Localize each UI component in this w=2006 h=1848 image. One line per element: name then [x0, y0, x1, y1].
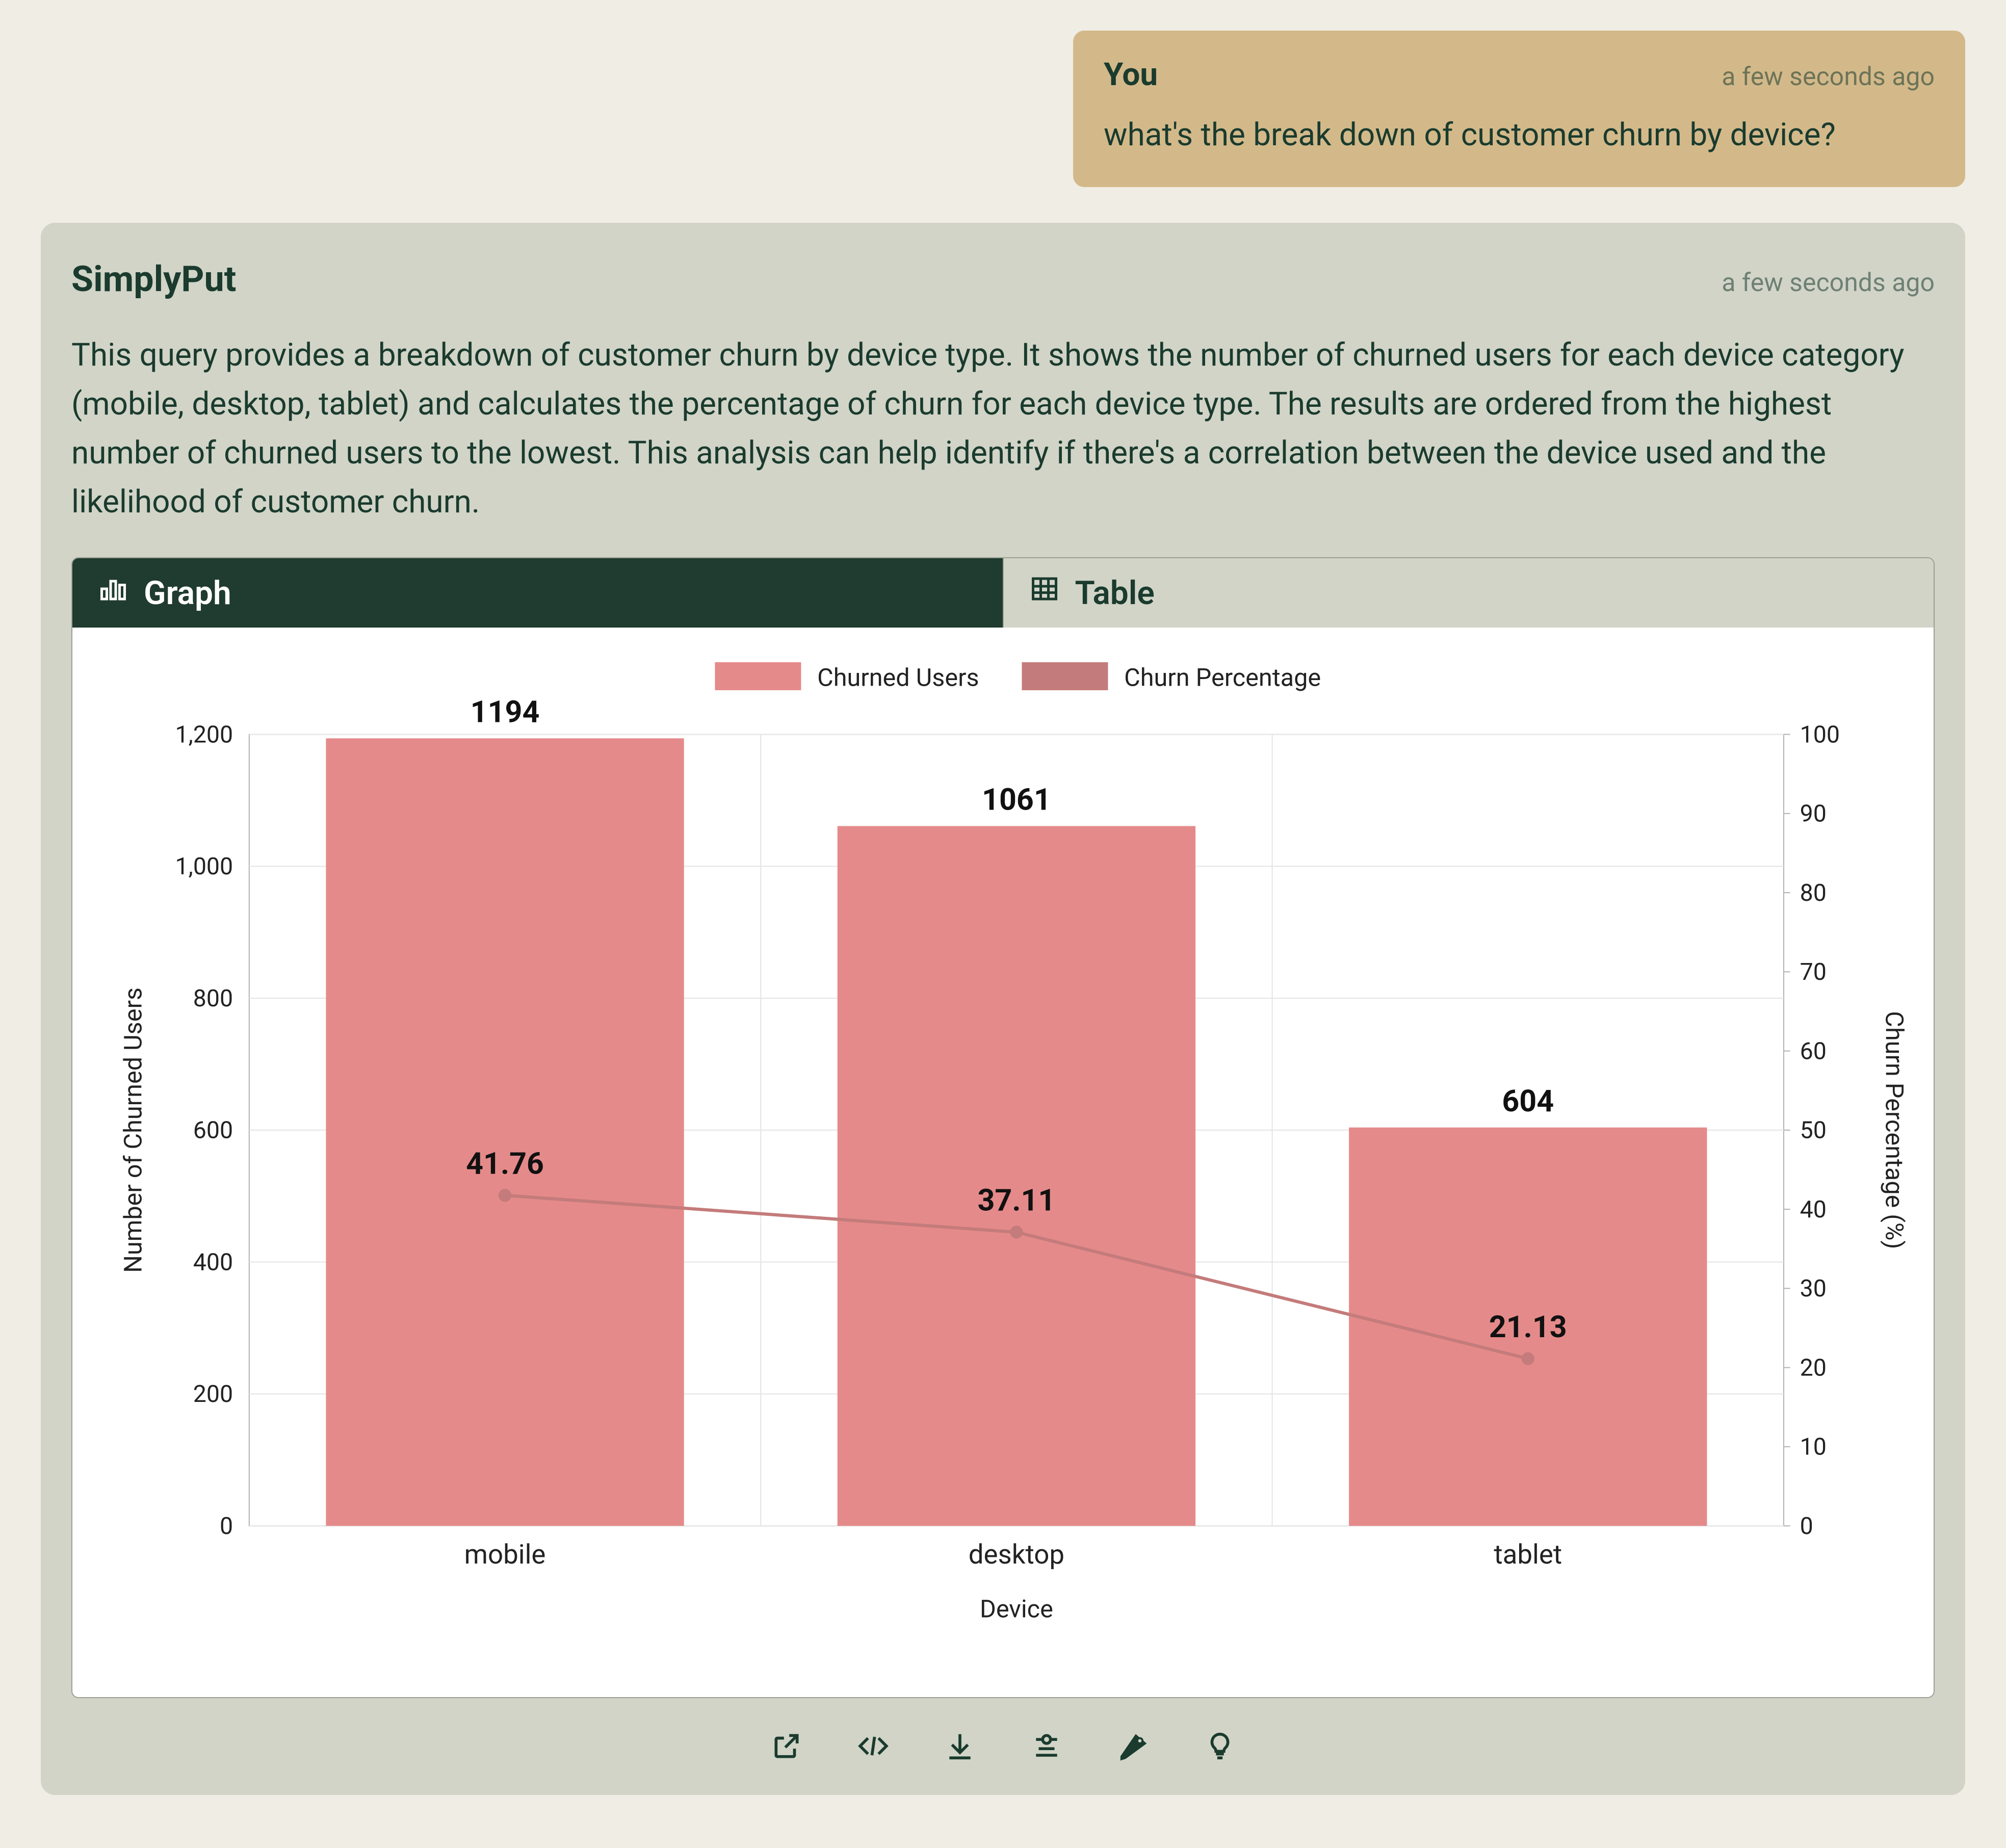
- bar-chart-icon: [98, 574, 128, 612]
- chart-settings-button[interactable]: [1026, 1729, 1067, 1769]
- legend-label-line: Churn Percentage: [1124, 663, 1321, 692]
- bar-label-tablet: 604: [1502, 1084, 1554, 1119]
- line-label-tablet: 21.13: [1489, 1310, 1567, 1345]
- line-point-desktop: [1010, 1226, 1023, 1238]
- sliders-icon: [1031, 1730, 1062, 1768]
- category-label-mobile: mobile: [464, 1539, 546, 1570]
- assistant-timestamp: a few seconds ago: [1722, 268, 1935, 298]
- view-code-button[interactable]: [853, 1729, 894, 1769]
- feedback-button[interactable]: [1113, 1729, 1154, 1769]
- open-external-button[interactable]: [766, 1729, 807, 1769]
- svg-text:10: 10: [1800, 1434, 1827, 1461]
- assistant-response-card: SimplyPut a few seconds ago This query p…: [41, 223, 1965, 1795]
- legend-swatch-line: [1022, 662, 1108, 690]
- insight-button[interactable]: [1200, 1729, 1240, 1769]
- svg-text:1,200: 1,200: [175, 721, 233, 748]
- assistant-body-text: This query provides a breakdown of custo…: [71, 331, 1935, 527]
- lightbulb-icon: [1204, 1730, 1236, 1768]
- svg-text:600: 600: [193, 1117, 233, 1144]
- svg-text:0: 0: [1800, 1513, 1813, 1540]
- svg-text:90: 90: [1800, 800, 1827, 828]
- tab-table[interactable]: Table: [1003, 558, 1934, 628]
- legend-swatch-bars: [715, 662, 801, 690]
- download-icon: [944, 1730, 976, 1768]
- svg-text:1,000: 1,000: [175, 853, 233, 880]
- svg-text:30: 30: [1800, 1275, 1827, 1303]
- user-name: You: [1104, 56, 1158, 93]
- svg-text:400: 400: [193, 1248, 233, 1276]
- bar-label-desktop: 1061: [982, 783, 1051, 818]
- svg-text:80: 80: [1800, 879, 1827, 907]
- svg-text:70: 70: [1800, 958, 1827, 986]
- user-message-bubble: You a few seconds ago what's the break d…: [1073, 31, 1965, 187]
- bar-mobile: [326, 738, 684, 1526]
- y-right-axis-label: Churn Percentage (%): [1880, 1011, 1909, 1249]
- code-icon: [857, 1730, 889, 1768]
- user-message-text: what's the break down of customer churn …: [1104, 114, 1935, 157]
- table-icon: [1029, 574, 1060, 612]
- chart-panel: 0 200 400 600 800 1,000 1,200 0 10 20 30 40 50 60 70 80…: [71, 628, 1935, 1698]
- line-point-mobile: [499, 1189, 511, 1202]
- user-timestamp: a few seconds ago: [1722, 62, 1935, 92]
- assistant-name: SimplyPut: [71, 258, 236, 300]
- svg-text:40: 40: [1800, 1196, 1827, 1224]
- pen-icon: [1117, 1730, 1149, 1768]
- download-button[interactable]: [940, 1729, 980, 1769]
- tab-graph-label: Graph: [144, 574, 231, 612]
- svg-text:20: 20: [1800, 1355, 1827, 1382]
- view-tabs: Graph Table: [71, 557, 1935, 628]
- svg-text:200: 200: [193, 1381, 233, 1408]
- svg-text:0: 0: [220, 1513, 233, 1540]
- external-link-icon: [771, 1730, 802, 1768]
- svg-text:50: 50: [1800, 1117, 1827, 1144]
- churn-by-device-chart: 0 200 400 600 800 1,000 1,200 0 10 20 30 40 50 60 70 80…: [88, 643, 1918, 1682]
- category-label-desktop: desktop: [969, 1539, 1064, 1570]
- tab-table-label: Table: [1075, 574, 1155, 612]
- y-left-axis-label: Number of Churned Users: [119, 987, 148, 1273]
- tab-graph[interactable]: Graph: [72, 558, 1003, 628]
- bar-label-mobile: 1194: [471, 695, 540, 730]
- x-axis-label: Device: [980, 1595, 1053, 1624]
- svg-text:60: 60: [1800, 1037, 1827, 1065]
- svg-text:800: 800: [193, 985, 233, 1012]
- line-point-tablet: [1522, 1352, 1534, 1365]
- line-label-desktop: 37.11: [977, 1183, 1055, 1218]
- legend-label-bars: Churned Users: [817, 663, 979, 692]
- line-label-mobile: 41.76: [466, 1147, 544, 1182]
- bar-desktop: [838, 826, 1195, 1526]
- svg-text:100: 100: [1800, 721, 1840, 748]
- category-label-tablet: tablet: [1494, 1539, 1562, 1570]
- chart-action-bar: [71, 1729, 1935, 1769]
